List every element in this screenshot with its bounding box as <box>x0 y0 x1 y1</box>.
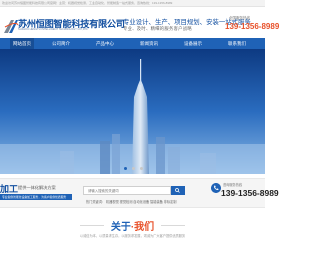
search-button[interactable] <box>171 186 185 195</box>
phone-icon <box>211 183 221 193</box>
top-notice-bar: 欢迎访问苏州恒图智能科技有限公司官网！主营：机器视觉检测，工业自动化，智能制造一… <box>0 0 265 7</box>
hot-keywords[interactable]: 热门关键词： 机器视觉 视觉检测 自动化设备 智能装备 非标定制 <box>86 199 177 204</box>
strip-title-sub: 提供一体化解决方案 <box>18 185 56 190</box>
nav-item-contact[interactable]: 联系我们 <box>228 38 246 49</box>
company-english-name: SUZHOU HENGTU INTELLIGENT TECHNOLOGY CO.… <box>18 28 88 31</box>
hotline-number: 139-1356-8989 <box>225 22 280 31</box>
nav-item-home[interactable]: 网站首页 <box>10 38 34 49</box>
city-skyline-image <box>0 49 265 174</box>
nav-item-about[interactable]: 公司简介 <box>52 38 70 49</box>
banner-dot-2[interactable] <box>132 167 135 170</box>
search-input[interactable] <box>83 186 171 195</box>
search-icon <box>175 188 180 193</box>
about-title-right: 我们 <box>134 222 155 233</box>
consult-label: 咨询服务热线 <box>223 183 243 187</box>
site-header: 苏州恒图智能科技有限公司 SUZHOU HENGTU INTELLIGENT T… <box>0 7 279 37</box>
hotline-label: 全国服务热线 <box>229 16 250 20</box>
strip-description: 专业提供智能化设备加工服务，为客户提供优质服务 <box>2 195 67 199</box>
main-nav: 网站首页 公司简介 产品中心 新闻资讯 设备展示 联系我们 <box>0 38 265 49</box>
search-strip: 加工 提供一体化解决方案 专业提供智能化设备加工服务，为客户提供优质服务 热门关… <box>0 178 279 208</box>
banner-dot-1[interactable] <box>124 167 127 170</box>
nav-item-equipment[interactable]: 设备展示 <box>184 38 202 49</box>
banner-dot-3[interactable] <box>140 167 143 170</box>
about-title-left: 关于 <box>110 222 131 233</box>
top-notice-text: 欢迎访问苏州恒图智能科技有限公司官网！主营：机器视觉检测，工业自动化，智能制造一… <box>2 1 173 5</box>
about-divider-right <box>161 225 185 226</box>
nav-item-products[interactable]: 产品中心 <box>96 38 114 49</box>
header-slogan-sub: 专业、及时、精细的服务客户战略 <box>123 26 192 31</box>
hero-banner[interactable] <box>0 49 265 174</box>
strip-description-bar: 专业提供智能化设备加工服务，为客户提供优质服务 <box>0 194 72 200</box>
about-title: 关于·我们 <box>0 218 265 233</box>
consult-number: 139-1356-8989 <box>221 188 279 198</box>
about-subtitle: 以诚信为本，以质量求生存，以服务求发展，竭诚为广大客户提供优质服务 <box>79 234 186 238</box>
nav-item-news[interactable]: 新闻资讯 <box>140 38 158 49</box>
banner-pagination <box>124 167 144 171</box>
